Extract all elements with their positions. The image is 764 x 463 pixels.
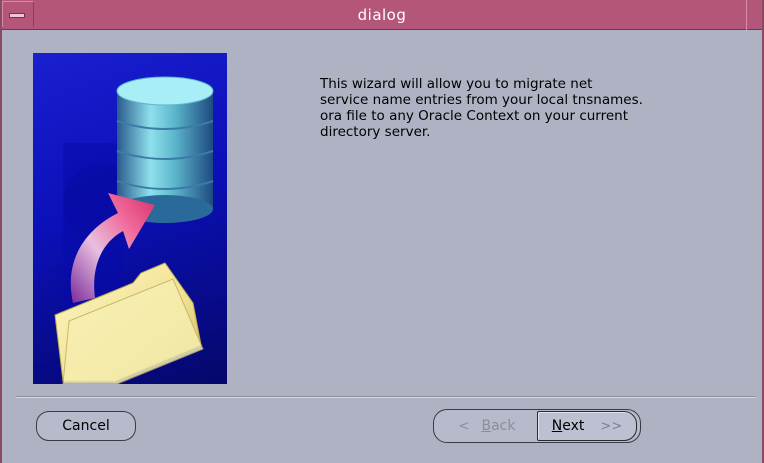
back-button[interactable]: < Back (438, 412, 536, 440)
chevron-left-icon: < (458, 418, 470, 434)
button-separator (16, 396, 756, 398)
next-button[interactable]: Next >> (537, 411, 637, 441)
database-folder-graphic (54, 76, 214, 384)
chevron-right-icon: >> (600, 418, 623, 434)
cancel-button[interactable]: Cancel (36, 411, 136, 441)
wizard-description: This wizard will allow you to migrate ne… (320, 76, 643, 140)
title-bar[interactable]: dialog (2, 0, 762, 30)
wizard-illustration (33, 53, 227, 384)
back-button-label: Back (481, 418, 516, 434)
cancel-button-label: Cancel (62, 418, 110, 434)
window-title: dialog (357, 6, 407, 24)
title-bar-right-edge (746, 0, 762, 30)
next-button-label: Next (551, 418, 585, 434)
navigation-button-group: < Back Next >> (433, 409, 641, 443)
dialog-window: dialog This wizard will allow you to mig… (0, 0, 764, 463)
